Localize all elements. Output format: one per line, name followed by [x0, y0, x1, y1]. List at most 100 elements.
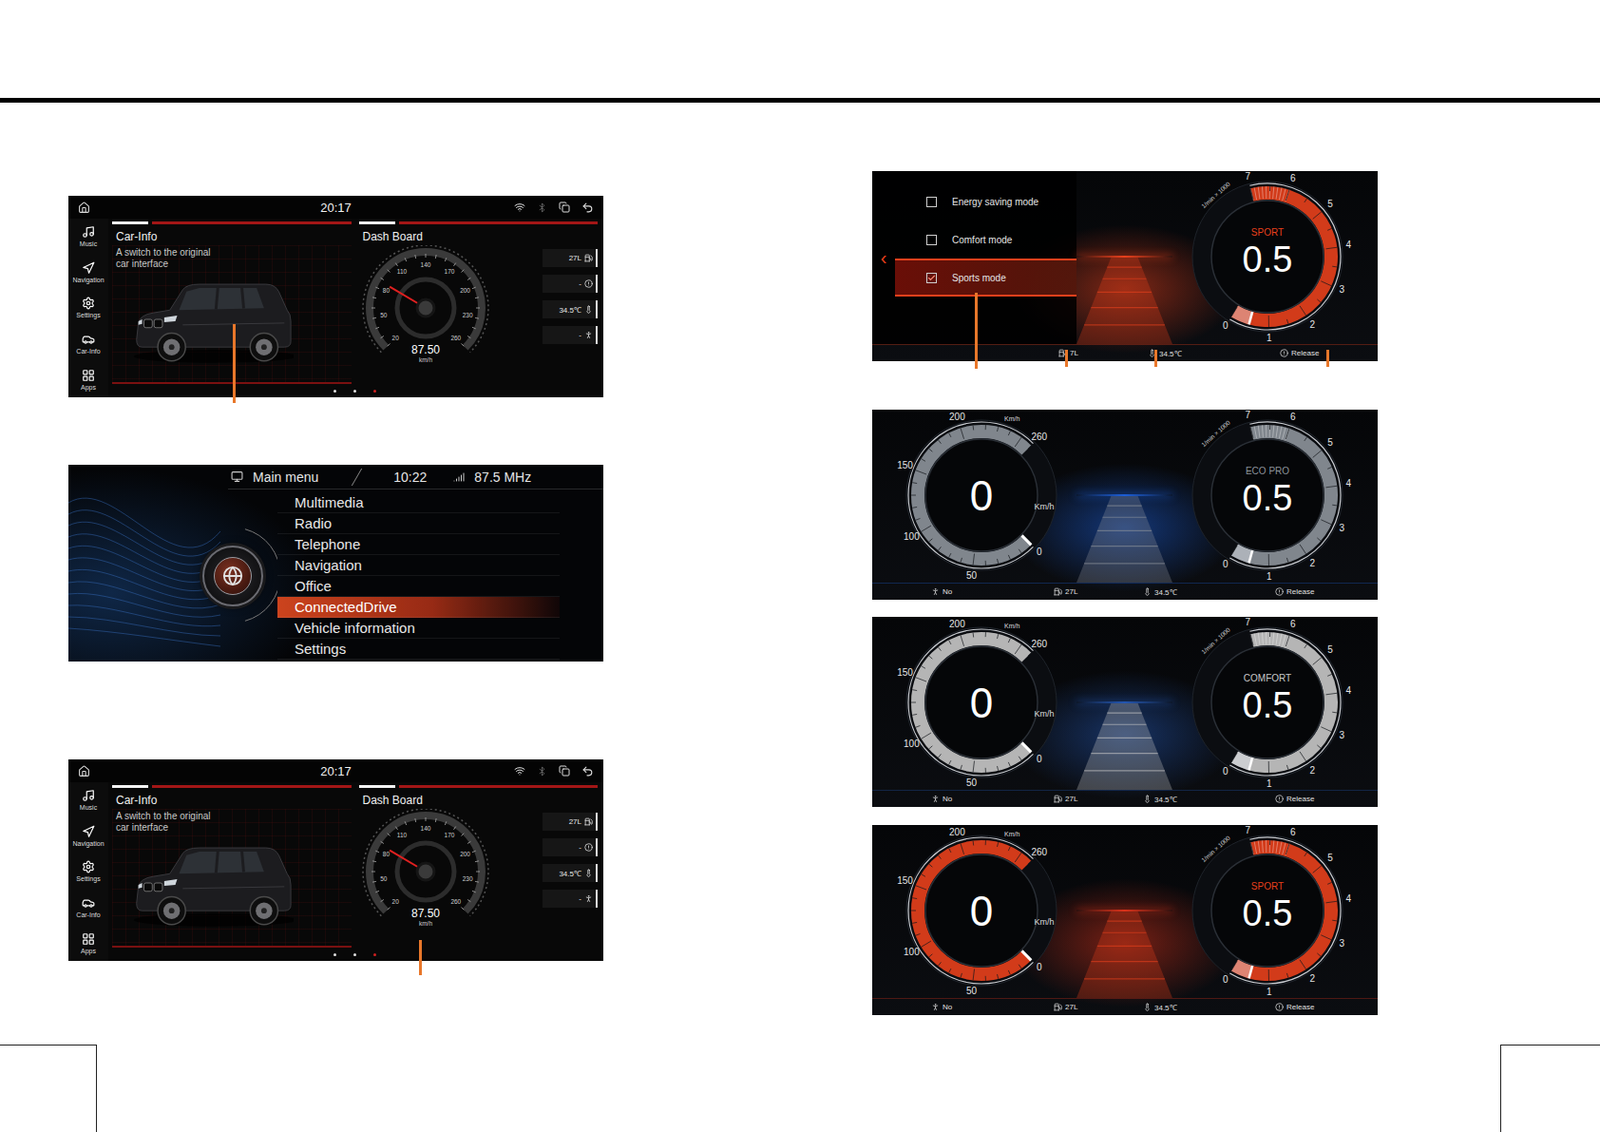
menu-item[interactable]: ConnectedDrive [277, 596, 560, 618]
parking-brake-icon [1279, 348, 1289, 358]
fuel-status: 27L [1053, 587, 1143, 596]
windows-icon[interactable] [558, 764, 571, 777]
rpm-tick-label: 2 [1309, 764, 1315, 776]
sidebar-item[interactable]: Navigation [68, 818, 109, 855]
gauge-tick-label: 80 [381, 287, 390, 295]
speed-unit: Km/h [1033, 501, 1054, 512]
menu-item[interactable]: Telephone [277, 533, 560, 555]
rpm-tick-label: 3 [1338, 729, 1345, 741]
right-column: ‹Energy saving modeComfort modeSports mo… [872, 102, 1378, 1015]
thermometer-icon [1142, 587, 1152, 596]
menu-header: Main menu10:2287.5 MHz [228, 464, 604, 490]
mode-item[interactable]: Energy saving mode [895, 182, 1077, 221]
menu-item[interactable]: Navigation [277, 554, 560, 576]
back-button[interactable]: ‹ [872, 171, 896, 344]
speed-tick-label: 260 [1030, 638, 1048, 649]
dash-board-card[interactable]: Dash Board20508011014017020023026087.50k… [359, 781, 599, 948]
left-column: 20:17MusicNavigationSettingsCar-InfoApps… [68, 102, 604, 961]
fuel-status: 27L [1053, 1002, 1143, 1011]
rpm-tick-label: 7 [1244, 171, 1251, 182]
mode-checkbox[interactable] [926, 272, 937, 284]
sidebar-item[interactable]: Settings [68, 853, 109, 890]
parking-brake-status: Release [1275, 794, 1378, 803]
vehicle-status-bar: 7L34.5℃Release [872, 343, 1378, 362]
controller-knob[interactable] [202, 545, 264, 607]
car-info-card[interactable]: Car-InfoA switch to the original car int… [112, 218, 352, 384]
page-dot[interactable] [373, 952, 377, 956]
page-corner [1500, 1044, 1600, 1132]
fuel-icon [1053, 1002, 1063, 1011]
rpm-tick-label: 1 [1266, 332, 1273, 343]
seatbelt-status: No [931, 587, 1054, 596]
menu-item[interactable]: Office [277, 575, 560, 597]
sidebar-item[interactable]: Music [68, 218, 109, 255]
card-progress-line [112, 221, 352, 225]
rpm-tick-label: 3 [1338, 284, 1345, 295]
page-dot[interactable] [353, 952, 357, 956]
sidebar-item[interactable]: Apps [68, 361, 109, 398]
sidebar-item[interactable]: Car-Info [68, 889, 109, 926]
speed-tick-label: 150 [896, 459, 914, 471]
rpm-tick-label: 2 [1309, 557, 1315, 569]
rpm-tick-label: 4 [1345, 239, 1352, 250]
page-dot[interactable] [353, 389, 357, 393]
page-dot[interactable] [373, 389, 377, 393]
rpm-tick-label: 4 [1345, 685, 1352, 696]
drive-mode-label: SPORT [1251, 880, 1284, 892]
sidebar-item[interactable]: Car-Info [68, 325, 109, 362]
speed-value: 0 [970, 887, 993, 934]
seatbelt-status: No [931, 1002, 1054, 1011]
gauge-tick-label: 140 [419, 824, 431, 832]
road-graphic [1076, 257, 1173, 344]
fuel-status: 7L [1058, 348, 1148, 358]
fuel-icon [1053, 794, 1063, 803]
speed-tick-label: 0 [1036, 961, 1043, 972]
speed-value: 87.50 [410, 906, 439, 920]
sidebar-item[interactable]: Settings [68, 289, 109, 326]
gauge-tick-label: 80 [381, 851, 390, 858]
back-icon[interactable] [581, 201, 594, 214]
card-description: A switch to the original car interface [112, 808, 219, 834]
speed-unit: km/h [418, 919, 432, 927]
gauge-tick-label: 170 [443, 832, 455, 839]
sidebar-item[interactable]: Apps [68, 924, 109, 961]
menu-item[interactable]: Vehicle information [277, 617, 560, 639]
manual-page: 20:17MusicNavigationSettingsCar-InfoApps… [0, 0, 1600, 1132]
mode-checkbox[interactable] [926, 234, 937, 246]
page-dot[interactable] [333, 952, 337, 956]
home-icon[interactable] [77, 201, 91, 214]
menu-item[interactable]: Settings [277, 638, 560, 660]
mode-item[interactable]: Sports mode [895, 258, 1077, 297]
mode-select-screen: ‹Energy saving modeComfort modeSports mo… [872, 171, 1378, 362]
gauge-tick-label: 50 [380, 312, 388, 320]
clock: 10:22 [393, 469, 427, 485]
windows-icon[interactable] [558, 201, 571, 213]
speed-tick-label: 150 [896, 666, 914, 678]
rpm-needle [1249, 311, 1254, 325]
rpm-unit: 1/min × 1000 [1200, 834, 1232, 864]
speed-unit: km/h [418, 356, 432, 363]
menu-item[interactable]: Radio [277, 513, 560, 534]
menu-item[interactable]: Multimedia [277, 492, 560, 514]
mode-item[interactable]: Comfort mode [895, 220, 1077, 259]
card-description: A switch to the original car interface [112, 245, 219, 270]
reading: - [542, 838, 598, 857]
mode-checkbox[interactable] [926, 196, 937, 208]
seatbelt-status: No [931, 794, 1054, 803]
car-info-card[interactable]: Car-InfoA switch to the original car int… [112, 781, 352, 948]
back-icon[interactable] [581, 764, 594, 778]
header-separator [351, 468, 362, 486]
fuel-icon [584, 817, 593, 826]
brake-icon [584, 842, 593, 852]
sidebar-item[interactable]: Navigation [68, 254, 109, 291]
sidebar-item[interactable]: Music [68, 781, 109, 819]
page-dot[interactable] [333, 389, 337, 393]
gauge-tick-label: 20 [391, 897, 400, 905]
speed-tick-label: 50 [966, 570, 978, 581]
dash-board-card[interactable]: Dash Board20508011014017020023026087.50k… [359, 218, 599, 384]
menu-list: MultimediaRadioTelephoneNavigationOffice… [277, 489, 604, 662]
callout-line [1154, 349, 1158, 367]
rpm-needle [1249, 757, 1254, 771]
home-icon[interactable] [77, 764, 91, 778]
thermometer-icon [1142, 794, 1152, 803]
